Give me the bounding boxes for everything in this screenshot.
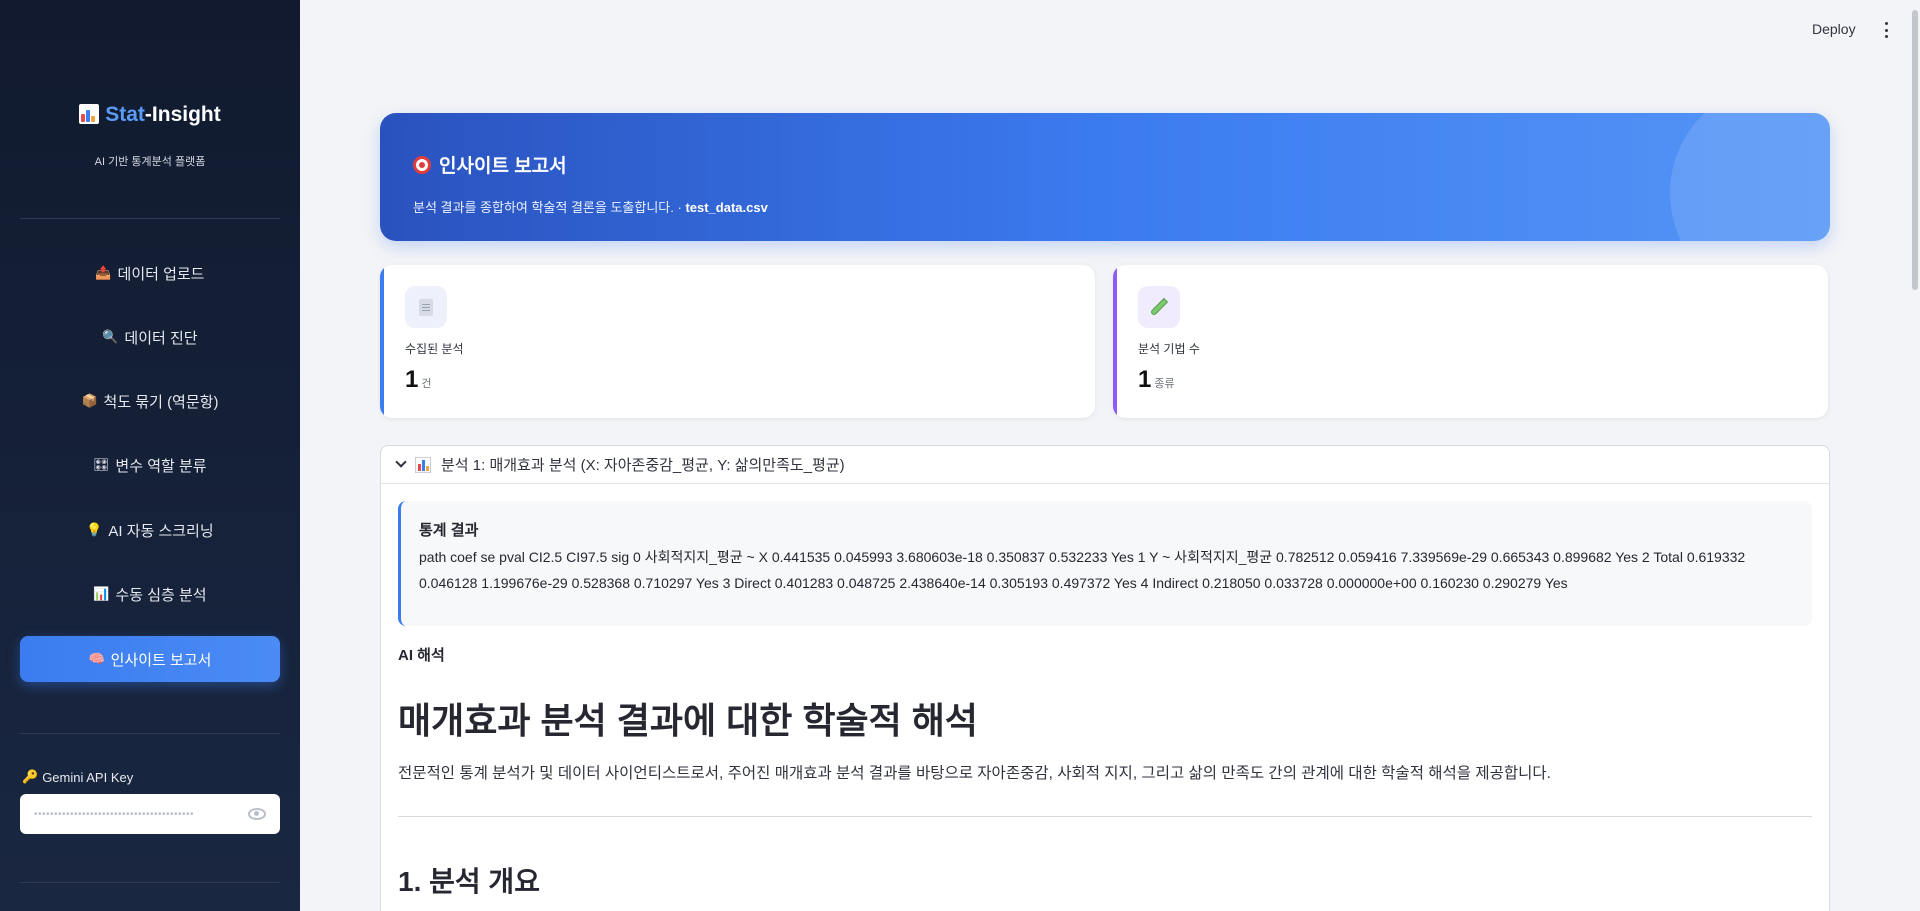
dataset-filename: test_data.csv bbox=[685, 200, 768, 215]
sidebar-item-label: 데이터 업로드 bbox=[117, 265, 205, 283]
card-accent bbox=[1113, 265, 1117, 418]
logo-stat-text: Stat bbox=[105, 103, 145, 126]
control-knobs-icon: 🎛 bbox=[93, 457, 110, 472]
api-key-input[interactable]: •••••••••••••••••••••••••••••••••••••••• bbox=[20, 794, 280, 834]
card-value: 1 종류 bbox=[1138, 366, 1175, 394]
sidebar-divider bbox=[20, 882, 280, 883]
sidebar-divider bbox=[20, 218, 280, 219]
key-icon: 🔑 bbox=[22, 769, 39, 784]
sidebar: Stat-Insight AI 기반 통계분석 플랫폼 📤 데이터 업로드 🔍 … bbox=[0, 0, 300, 911]
sidebar-item-label: 척도 묶기 (역문항) bbox=[103, 393, 219, 411]
logo-insight-text: -Insight bbox=[144, 103, 221, 126]
sidebar-item-label: 변수 역할 분류 bbox=[115, 457, 207, 475]
bar-chart-icon: 📊 bbox=[93, 586, 110, 601]
page-title: 인사이트 보고서 bbox=[413, 151, 567, 178]
card-number: 1 bbox=[1138, 366, 1152, 393]
app-tagline: AI 기반 통계분석 플랫폼 bbox=[94, 156, 206, 168]
eye-icon[interactable] bbox=[248, 808, 266, 820]
expander-title: 분석 1: 매개효과 분석 (X: 자아존중감_평균, Y: 삶의만족도_평균) bbox=[441, 457, 845, 474]
magnifier-icon: 🔍 bbox=[102, 329, 119, 344]
sidebar-item-insight-report[interactable]: 🧠 인사이트 보고서 bbox=[20, 636, 280, 682]
ai-interpretation-label: AI 해석 bbox=[398, 647, 445, 664]
light-bulb-icon: 💡 bbox=[86, 522, 103, 537]
page-subtitle: 분석 결과를 종합하여 학술적 결론을 도출합니다. · test_data.c… bbox=[413, 197, 768, 216]
card-unit: 건 bbox=[421, 378, 432, 390]
sidebar-item-scale-grouping[interactable]: 📦 척도 묶기 (역문항) bbox=[20, 378, 280, 424]
page-title-text: 인사이트 보고서 bbox=[439, 156, 567, 177]
brain-icon: 🧠 bbox=[88, 651, 105, 666]
interpretation-paragraph: 전문적인 통계 분석가 및 데이터 사이언티스트로서, 주어진 매개효과 분석 … bbox=[398, 765, 1551, 782]
chevron-down-icon bbox=[395, 456, 407, 468]
target-icon bbox=[413, 155, 431, 174]
api-key-label-text: Gemini API Key bbox=[42, 769, 134, 785]
kebab-menu-icon[interactable] bbox=[1885, 22, 1889, 38]
page-scrollbar[interactable] bbox=[1912, 10, 1918, 290]
outbox-tray-icon: 📤 bbox=[95, 265, 112, 280]
api-key-masked-value: •••••••••••••••••••••••••••••••••••••••• bbox=[34, 808, 195, 820]
sidebar-item-data-upload[interactable]: 📤 데이터 업로드 bbox=[20, 250, 280, 296]
sidebar-item-label: 데이터 진단 bbox=[124, 329, 198, 347]
card-number: 1 bbox=[405, 366, 419, 393]
api-key-label: 🔑 Gemini API Key bbox=[22, 769, 133, 785]
bar-chart-icon bbox=[79, 104, 100, 124]
collected-analyses-card: 수집된 분석 1건 bbox=[380, 265, 1095, 418]
package-icon: 📦 bbox=[81, 393, 98, 408]
bar-chart-icon bbox=[415, 456, 431, 473]
card-label: 분석 기법 수 bbox=[1138, 342, 1200, 356]
sidebar-item-label: 수동 심층 분석 bbox=[115, 586, 207, 604]
expander-header[interactable]: 분석 1: 매개효과 분석 (X: 자아존중감_평균, Y: 삶의만족도_평균) bbox=[381, 446, 1829, 484]
card-label: 수집된 분석 bbox=[405, 342, 464, 356]
document-icon bbox=[405, 286, 447, 328]
stats-result-box: 통계 결과 path coef se pval CI2.5 CI97.5 sig… bbox=[398, 501, 1812, 626]
card-accent bbox=[380, 265, 384, 418]
section-divider bbox=[398, 816, 1812, 817]
page-subtitle-text: 분석 결과를 종합하여 학술적 결론을 도출합니다. · bbox=[413, 200, 686, 215]
card-value: 1건 bbox=[405, 366, 431, 394]
card-unit: 종류 bbox=[1154, 378, 1175, 390]
banner-decoration bbox=[1670, 113, 1830, 241]
sidebar-item-label: AI 자동 스크리닝 bbox=[108, 522, 214, 540]
stats-result-body: path coef se pval CI2.5 CI97.5 sig 0 사회적… bbox=[419, 549, 1746, 591]
test-tube-icon bbox=[1138, 286, 1180, 328]
interpretation-heading: 매개효과 분석 결과에 대한 학술적 해석 bbox=[398, 700, 978, 741]
sidebar-item-ai-screening[interactable]: 💡 AI 자동 스크리닝 bbox=[20, 507, 280, 553]
sidebar-item-data-diagnosis[interactable]: 🔍 데이터 진단 bbox=[20, 314, 280, 360]
sidebar-item-label: 인사이트 보고서 bbox=[110, 651, 212, 669]
report-banner: 인사이트 보고서 분석 결과를 종합하여 학술적 결론을 도출합니다. · te… bbox=[380, 113, 1830, 241]
sidebar-item-variable-roles[interactable]: 🎛 변수 역할 분류 bbox=[20, 442, 280, 488]
stats-result-title: 통계 결과 bbox=[419, 522, 479, 539]
deploy-button[interactable]: Deploy bbox=[1812, 21, 1856, 37]
sidebar-item-manual-analysis[interactable]: 📊 수동 심층 분석 bbox=[20, 571, 280, 617]
section-heading: 1. 분석 개요 bbox=[398, 866, 540, 897]
sidebar-divider bbox=[20, 733, 280, 734]
analysis-expander: 분석 1: 매개효과 분석 (X: 자아존중감_평균, Y: 삶의만족도_평균)… bbox=[380, 445, 1830, 911]
analysis-methods-card: 분석 기법 수 1 종류 bbox=[1113, 265, 1828, 418]
app-logo: Stat-Insight bbox=[0, 103, 300, 127]
